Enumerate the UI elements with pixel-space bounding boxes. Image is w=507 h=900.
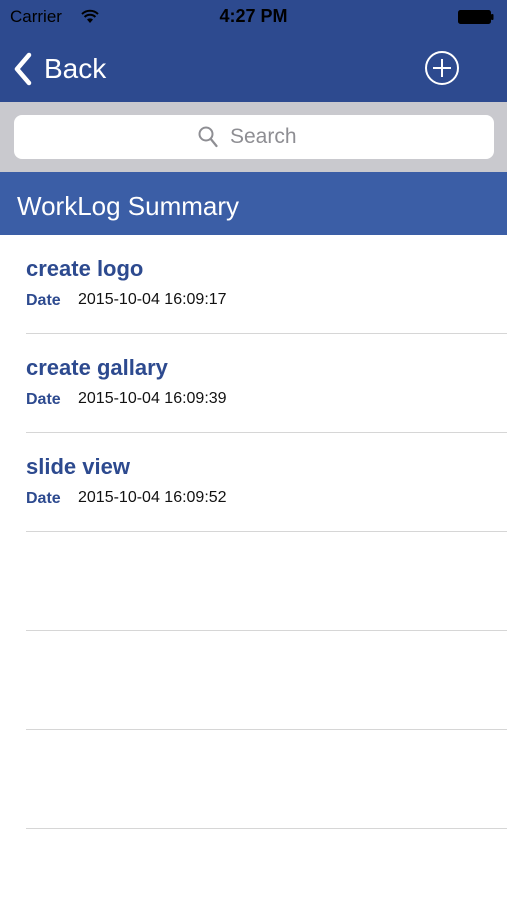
navigation-bar: Carrier 4:27 PM Back bbox=[0, 0, 507, 102]
worklog-row[interactable]: create gallary Date 2015-10-04 16:09:39 bbox=[0, 334, 507, 433]
chevron-left-icon bbox=[14, 52, 32, 86]
search-input[interactable] bbox=[230, 125, 310, 149]
status-bar: Carrier 4:27 PM bbox=[0, 0, 507, 34]
search-bar bbox=[0, 102, 507, 172]
section-title: WorkLog Summary bbox=[17, 191, 240, 221]
back-button[interactable]: Back bbox=[12, 49, 106, 89]
empty-row bbox=[0, 631, 507, 730]
back-button-label: Back bbox=[44, 53, 107, 84]
battery-icon bbox=[458, 10, 494, 24]
nav-row: Back bbox=[0, 40, 507, 96]
worklog-title: slide view bbox=[26, 454, 130, 479]
search-field[interactable] bbox=[14, 115, 494, 159]
empty-row bbox=[0, 532, 507, 631]
date-value: 2015-10-04 16:09:52 bbox=[78, 489, 227, 506]
plus-circle-icon bbox=[425, 51, 459, 85]
worklog-row[interactable]: create logo Date 2015-10-04 16:09:17 bbox=[0, 235, 507, 334]
date-label: Date bbox=[26, 292, 61, 309]
date-label: Date bbox=[26, 490, 61, 507]
date-value: 2015-10-04 16:09:17 bbox=[78, 291, 227, 308]
search-icon bbox=[198, 126, 218, 148]
section-header: WorkLog Summary bbox=[0, 172, 507, 235]
worklog-title: create logo bbox=[26, 256, 144, 281]
date-label: Date bbox=[26, 391, 61, 408]
empty-row bbox=[0, 730, 507, 829]
worklog-row[interactable]: slide view Date 2015-10-04 16:09:52 bbox=[0, 433, 507, 532]
row-divider bbox=[26, 828, 507, 829]
worklog-title: create gallary bbox=[26, 355, 168, 380]
add-worklog-button[interactable] bbox=[424, 50, 460, 86]
date-value: 2015-10-04 16:09:39 bbox=[78, 390, 227, 407]
status-time: 4:27 PM bbox=[219, 6, 288, 26]
worklog-list: create logo Date 2015-10-04 16:09:17 cre… bbox=[0, 235, 507, 829]
